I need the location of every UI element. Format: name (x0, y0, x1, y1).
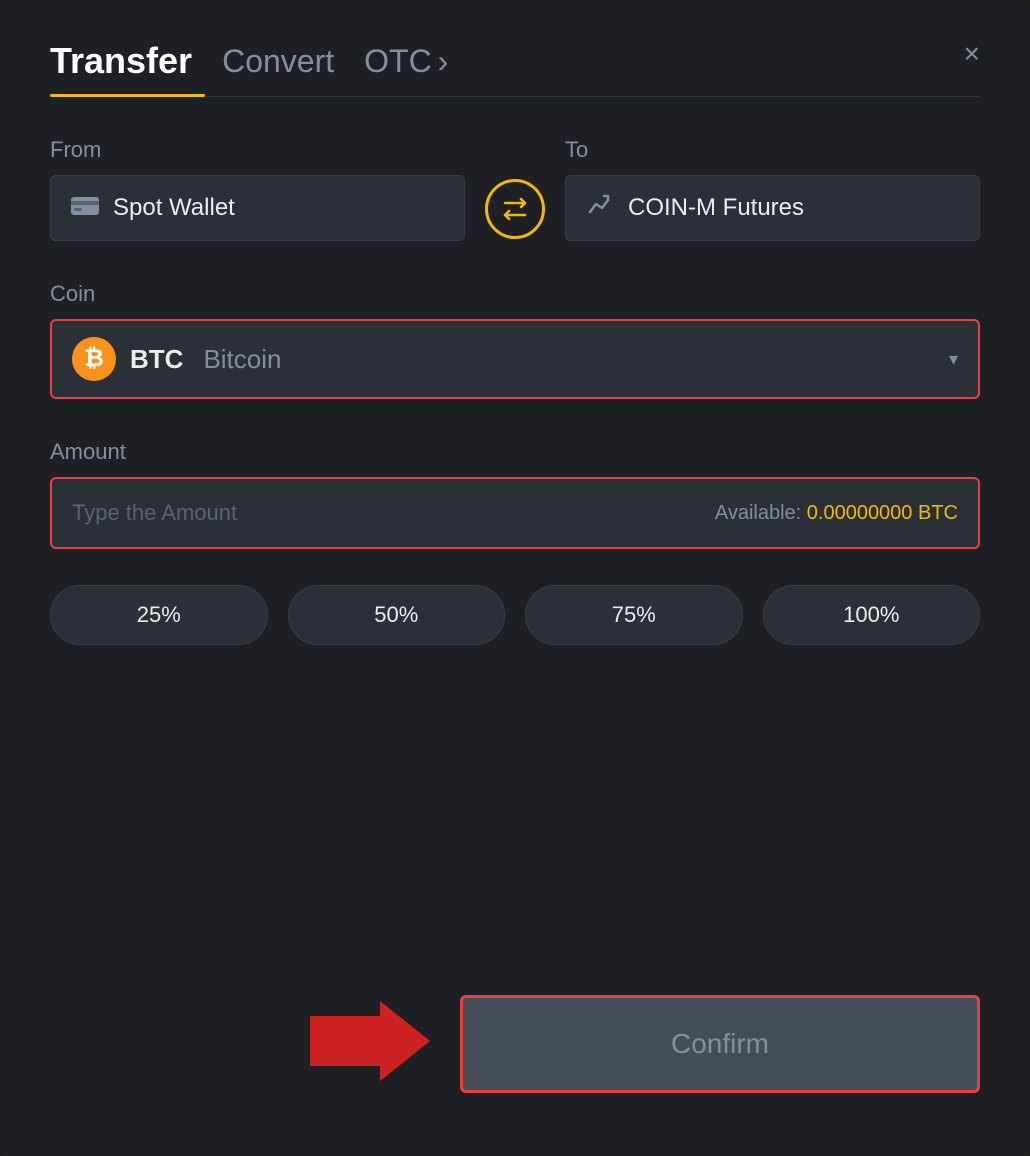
tab-convert[interactable]: Convert (222, 43, 334, 92)
coin-symbol: BTC (130, 344, 183, 375)
to-wallet-name: COIN-M Futures (628, 194, 804, 222)
from-wallet-name: Spot Wallet (113, 194, 235, 222)
coin-full-name: Bitcoin (203, 344, 281, 375)
close-button[interactable]: × (964, 40, 980, 68)
coin-chevron-icon: ▾ (949, 349, 958, 370)
from-label: From (50, 137, 465, 163)
active-tab-underline (50, 94, 205, 97)
confirm-row: Confirm (50, 991, 980, 1096)
futures-icon (586, 194, 614, 222)
divider-rest (205, 96, 980, 97)
tab-divider (50, 94, 980, 97)
available-value: 0.00000000 BTC (807, 502, 958, 524)
amount-placeholder[interactable]: Type the Amount (72, 500, 237, 526)
to-wallet-selector[interactable]: COIN-M Futures (565, 175, 980, 241)
from-wallet-selector[interactable]: Spot Wallet (50, 175, 465, 241)
to-section: To COIN-M Futures (565, 137, 980, 241)
tab-otc-chevron: › (438, 43, 449, 80)
amount-section: Amount Type the Amount Available: 0.0000… (50, 439, 980, 549)
coin-selector[interactable]: ₿ BTC Bitcoin ▾ (50, 319, 980, 399)
swap-arrows-icon (499, 193, 531, 225)
tab-transfer[interactable]: Transfer (50, 40, 192, 94)
from-section: From Spot Wallet (50, 137, 465, 241)
btc-icon: ₿ (72, 337, 116, 381)
available-label: Available: (715, 502, 801, 524)
amount-label: Amount (50, 439, 126, 464)
amount-box: Type the Amount Available: 0.00000000 BT… (50, 477, 980, 549)
available-text: Available: 0.00000000 BTC (715, 502, 958, 525)
coin-section: Coin ₿ BTC Bitcoin ▾ (50, 281, 980, 399)
arrow-indicator (310, 991, 430, 1096)
swap-button[interactable] (485, 179, 545, 239)
confirm-button[interactable]: Confirm (460, 995, 980, 1093)
transfer-modal: Transfer Convert OTC › × From Spot (0, 0, 1030, 1156)
pct-100-button[interactable]: 100% (763, 585, 981, 645)
modal-header: Transfer Convert OTC › × (50, 40, 980, 94)
tab-otc-label: OTC (364, 43, 432, 80)
percentage-row: 25% 50% 75% 100% (50, 585, 980, 645)
pct-25-button[interactable]: 25% (50, 585, 268, 645)
from-to-row: From Spot Wallet To (50, 137, 980, 241)
pct-75-button[interactable]: 75% (525, 585, 743, 645)
to-label: To (565, 137, 980, 163)
wallet-card-icon (71, 195, 99, 221)
tab-otc[interactable]: OTC › (364, 43, 448, 92)
coin-label: Coin (50, 281, 95, 306)
pct-50-button[interactable]: 50% (288, 585, 506, 645)
